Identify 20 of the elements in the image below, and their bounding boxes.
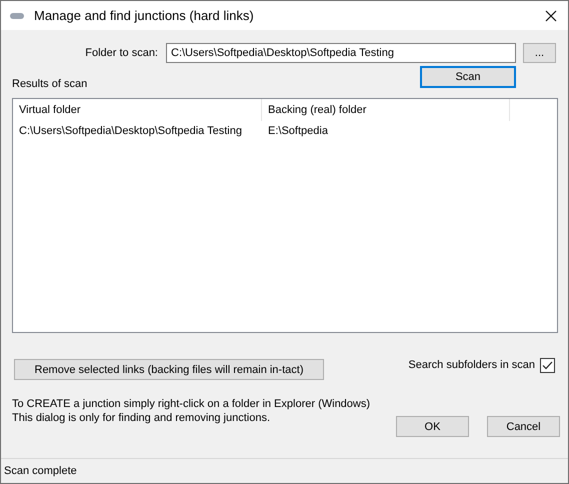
close-icon[interactable] <box>545 10 557 22</box>
status-text: Scan complete <box>4 465 77 477</box>
column-header[interactable]: Backing (real) folder <box>262 99 510 121</box>
window-title: Manage and find junctions (hard links) <box>34 8 255 23</box>
cancel-button[interactable]: Cancel <box>487 416 560 437</box>
list-cell-text: C:\Users\Softpedia\Desktop\Softpedia Testing <box>18 125 243 137</box>
ok-button[interactable]: OK <box>396 416 469 437</box>
folder-label: Folder to scan: <box>84 47 158 59</box>
column-header[interactable]: Virtual folder <box>13 99 262 121</box>
browse-button[interactable]: ... <box>523 43 556 63</box>
info-text: To CREATE a junction simply right-click on a folder in Explorer (Windows) <box>12 397 370 411</box>
app-icon <box>10 12 24 18</box>
scan-button[interactable]: Scan <box>420 66 516 88</box>
info-text: This dialog is only for finding and removing junctions. <box>12 411 272 425</box>
subfolders-label: Search subfolders in scan <box>408 359 535 371</box>
folder-field[interactable]: C:\Users\Softpedia\Desktop\Softpedia Testing <box>166 43 516 63</box>
list-cell-text: E:\Softpedia <box>267 125 329 137</box>
remove-links-button[interactable]: Remove selected links (backing files will remain in-tact) <box>14 359 324 380</box>
results-label: Results of scan <box>12 78 88 90</box>
subfolders-checkbox[interactable] <box>540 358 555 373</box>
